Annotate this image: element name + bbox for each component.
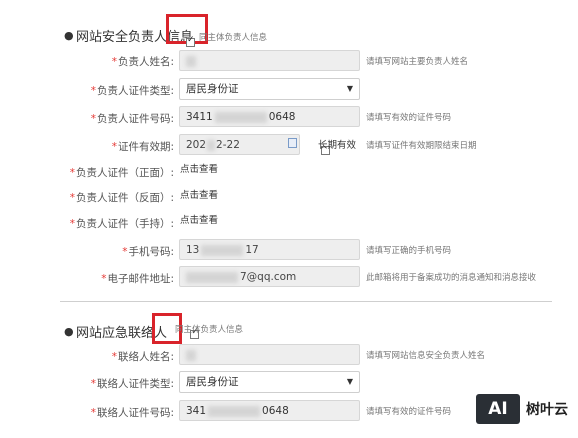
field-label-id-type: *负责人证件类型: [90, 85, 174, 97]
watermark-logo: AI [476, 394, 520, 424]
contact-id-type-value: 居民身份证 [186, 376, 239, 388]
contact-name-hint: 请填写网站信息安全负责人姓名 [366, 351, 486, 361]
contact-name-input[interactable] [179, 344, 360, 365]
id-number-prefix: 3411 [186, 111, 213, 123]
contact-id-number-input[interactable]: 341 0648 [179, 400, 360, 421]
field-label-phone: *手机号码: [122, 246, 174, 258]
validity-prefix: 202 [186, 139, 207, 151]
chevron-down-icon: ▼ [346, 84, 353, 93]
field-label-name: *负责人姓名: [111, 56, 174, 68]
same-as-subject-checkbox[interactable] [186, 35, 195, 47]
phone-hint: 请填写正确的手机号码 [366, 246, 452, 256]
id-back-view-link[interactable]: 点击查看 [180, 187, 218, 201]
contact-id-number-suffix: 0648 [262, 405, 289, 417]
field-label-contact-name: *联络人姓名: [111, 351, 174, 363]
watermark-brand: 树叶云 [526, 402, 568, 418]
phone-suffix: 17 [245, 244, 259, 256]
field-label-id-back: *负责人证件（反面）: [69, 192, 174, 204]
id-number-input[interactable]: 3411 0648 [179, 106, 360, 127]
field-label-contact-id-number: *联络人证件号码: [90, 407, 174, 419]
field-label-id-hand: *负责人证件（手持）: [69, 218, 174, 230]
id-type-select[interactable]: 居民身份证 ▼ [179, 78, 360, 100]
phone-input[interactable]: 13 17 [179, 239, 360, 260]
field-label-contact-id-type: *联络人证件类型: [90, 378, 174, 390]
calendar-icon[interactable] [288, 138, 297, 148]
chevron-down-icon: ▼ [346, 377, 353, 386]
validity-hint: 请填写证件有效期限结束日期 [366, 141, 477, 151]
id-number-hint: 请填写有效的证件号码 [366, 113, 452, 123]
contact-id-type-select[interactable]: 居民身份证 ▼ [179, 371, 360, 393]
field-label-id-number: *负责人证件号码: [90, 113, 174, 125]
field-label-email: *电子邮件地址: [101, 273, 174, 285]
section-divider [60, 301, 552, 302]
validity-suffix: 2-22 [216, 139, 240, 151]
email-suffix: 7@qq.com [240, 271, 297, 283]
validity-date-input[interactable]: 202 2-22 [179, 134, 300, 155]
contact-id-number-hint: 请填写有效的证件号码 [366, 407, 452, 417]
email-hint: 此邮箱将用于备案成功的消息通知和消息接收 [366, 273, 537, 283]
field-label-id-front: *负责人证件（正面）: [69, 167, 174, 179]
contact-id-number-prefix: 341 [186, 405, 207, 417]
section2-bullet: ● [64, 325, 74, 338]
section1-bullet: ● [64, 29, 74, 42]
field-label-validity: *证件有效期: [111, 141, 174, 153]
id-number-suffix: 0648 [268, 111, 296, 123]
id-front-view-link[interactable]: 点击查看 [180, 161, 218, 175]
watermark: AI 树叶云 [468, 386, 578, 434]
phone-prefix: 13 [186, 244, 200, 256]
id-type-value: 居民身份证 [186, 83, 239, 95]
name-input[interactable] [179, 50, 360, 71]
name-hint: 请填写网站主要负责人姓名 [366, 57, 469, 67]
long-term-label: 长期有效 [318, 140, 357, 151]
id-hand-view-link[interactable]: 点击查看 [180, 212, 218, 226]
email-input[interactable]: 7@qq.com [179, 266, 360, 287]
same-as-subject-label-2: 同主体负责人信息 [175, 325, 244, 335]
same-as-subject-label: 同主体负责人信息 [199, 33, 268, 43]
